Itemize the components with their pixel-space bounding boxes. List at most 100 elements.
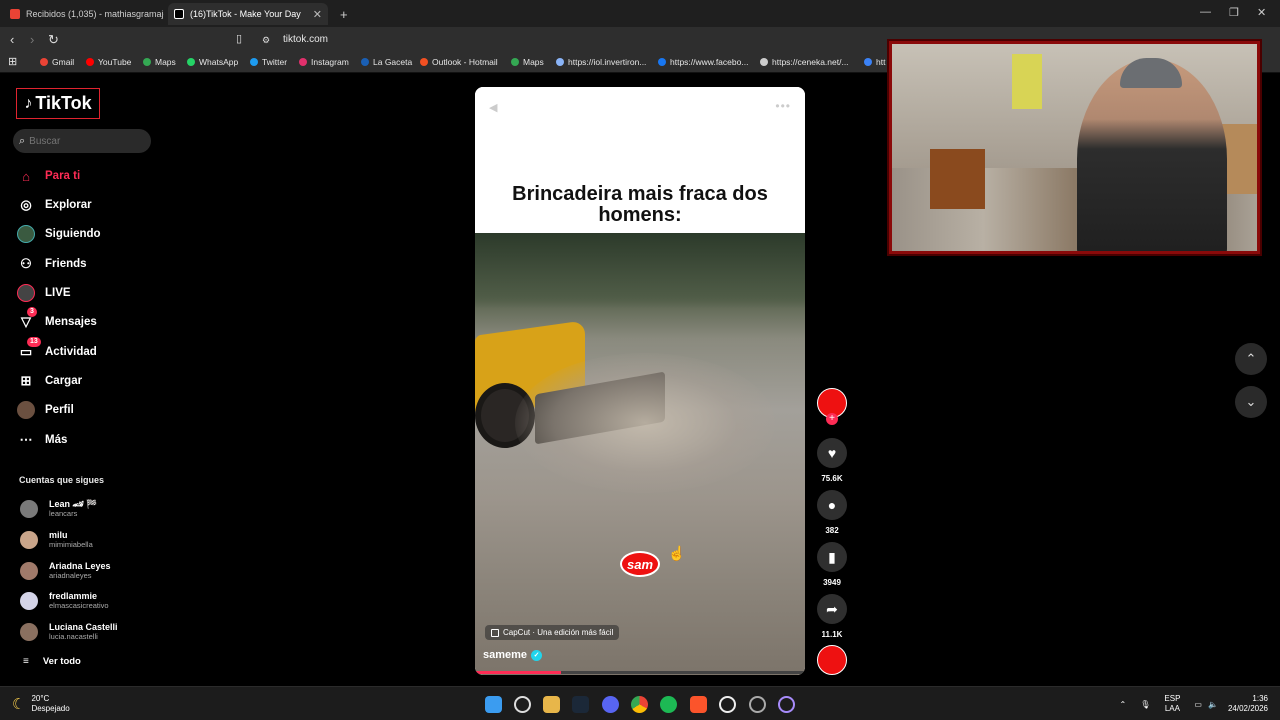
bookmark-label: Gmail xyxy=(52,57,75,67)
language-indicator[interactable]: ESP LAA xyxy=(1164,694,1180,714)
restore-icon[interactable]: ❐ xyxy=(1229,6,1239,19)
app-icon[interactable] xyxy=(778,696,795,713)
search-input[interactable] xyxy=(29,135,140,147)
bookmark-instagram[interactable]: Instagram xyxy=(299,57,349,67)
bookmark-youtube[interactable]: YouTube xyxy=(86,57,131,67)
bookmark-label: Maps xyxy=(523,57,544,67)
apps-grid-icon[interactable]: ⊞ xyxy=(8,55,17,68)
bookmark-ceneka[interactable]: https://ceneka.net/... xyxy=(760,57,849,67)
globe-icon xyxy=(760,58,768,66)
bookmark-maps-2[interactable]: Maps xyxy=(511,57,544,67)
video-progress-bar[interactable] xyxy=(475,671,805,674)
chrome-icon[interactable] xyxy=(631,696,648,713)
comment-icon[interactable]: ● xyxy=(817,490,847,520)
verified-icon: ✓ xyxy=(531,649,543,661)
tiktok-logo[interactable]: ♪ TikTok xyxy=(16,88,100,119)
tab-tiktok[interactable]: (16)TikTok - Make Your Day ✕ xyxy=(168,3,328,25)
account-name: milu xyxy=(49,530,68,540)
brave-icon[interactable] xyxy=(690,696,707,713)
bookmark-icon[interactable]: ▮ xyxy=(817,542,847,572)
hand-cursor-icon: ☝ xyxy=(668,545,686,561)
gmail-icon xyxy=(10,9,20,19)
microphone-icon[interactable]: 🎙 xyxy=(1140,700,1150,709)
close-tab-icon[interactable]: ✕ xyxy=(305,8,322,21)
nav-mas[interactable]: ⋯ Más xyxy=(17,431,68,449)
sound-disc-avatar[interactable] xyxy=(817,645,847,675)
nav-cargar[interactable]: ⊞ Cargar xyxy=(17,372,83,390)
tab-gmail[interactable]: Recibidos (1,035) - mathiasgramajo0 xyxy=(4,3,164,25)
site-info-icon[interactable]: ⚙ xyxy=(262,35,270,46)
steam-icon[interactable] xyxy=(572,696,589,713)
previous-video-button[interactable]: ⌃ xyxy=(1235,343,1267,375)
share-action[interactable]: ➦ 11.1K xyxy=(817,594,847,639)
bookmark-iol[interactable]: https://iol.invertiron... xyxy=(556,57,646,67)
nav-siguiendo[interactable]: Siguiendo xyxy=(17,225,101,243)
comment-action[interactable]: ● 382 xyxy=(817,490,847,535)
volume-icon[interactable]: 🔈 xyxy=(1208,700,1218,709)
followed-account[interactable]: Ariadna Leyes ariadnaleyes xyxy=(20,561,111,580)
tiktok-note-icon: ♪ xyxy=(24,94,33,112)
search-icon[interactable] xyxy=(514,696,531,713)
followed-account[interactable]: fredlammie elmascasicreativo xyxy=(20,591,109,610)
save-action[interactable]: ▮ 3949 xyxy=(817,542,847,587)
obs-icon[interactable] xyxy=(749,696,766,713)
bookmark-whatsapp[interactable]: WhatsApp xyxy=(187,57,238,67)
video-author[interactable]: sameme ✓ xyxy=(483,649,543,661)
bookmark-outlook[interactable]: Outlook - Hotmail xyxy=(420,57,498,67)
spotify-icon[interactable] xyxy=(660,696,677,713)
file-explorer-icon[interactable] xyxy=(543,696,560,713)
volume-icon[interactable]: ◀ xyxy=(489,101,497,114)
bookmark-facebook[interactable]: https://www.facebo... xyxy=(658,57,748,67)
nav-live[interactable]: LIVE xyxy=(17,284,71,302)
compass-icon: ◎ xyxy=(20,197,32,212)
back-icon[interactable]: ‹ xyxy=(10,32,14,47)
discord-icon[interactable] xyxy=(602,696,619,713)
new-tab-button[interactable]: + xyxy=(334,3,352,25)
bookmark-icon[interactable]: ▯ xyxy=(236,32,242,45)
bookmark-twitter[interactable]: Twitter xyxy=(250,57,287,67)
heart-icon[interactable]: ♥ xyxy=(817,438,847,468)
avatar xyxy=(20,561,38,580)
video-player[interactable]: Brincadeira mais fraca dos homens: ◀ •••… xyxy=(475,87,805,675)
windows-start-icon[interactable] xyxy=(485,696,502,713)
bookmark-more[interactable]: htt xyxy=(864,57,885,67)
share-icon[interactable]: ➦ xyxy=(817,594,847,624)
see-all-link[interactable]: ≡ Ver todo xyxy=(23,656,81,667)
instagram-icon xyxy=(299,58,307,66)
nav-perfil[interactable]: Perfil xyxy=(17,401,74,419)
weather-widget[interactable]: ☾ 20°C Despejado xyxy=(12,694,70,714)
more-dots-icon: ⋯ xyxy=(19,432,33,447)
followed-account[interactable]: Lean 🏎 🏁 leancars xyxy=(20,499,98,518)
forward-icon[interactable]: › xyxy=(30,32,34,47)
network-icon[interactable]: ▭ xyxy=(1194,700,1202,709)
la-gaceta-icon xyxy=(361,58,369,66)
friends-icon: ⚇ xyxy=(20,256,32,271)
bookmark-gmail[interactable]: Gmail xyxy=(40,57,74,67)
more-options-icon[interactable]: ••• xyxy=(775,99,791,113)
like-action[interactable]: ♥ 75.6K xyxy=(817,438,847,483)
minimize-icon[interactable]: — xyxy=(1200,6,1211,18)
nav-mensajes[interactable]: ▽ 3 Mensajes xyxy=(17,307,97,331)
chatgpt-icon[interactable] xyxy=(719,696,736,713)
bookmark-label: La Gaceta xyxy=(373,57,413,67)
nav-label: Cargar xyxy=(45,375,83,387)
bookmark-maps[interactable]: Maps xyxy=(143,57,176,67)
account-name: Luciana Castelli xyxy=(49,622,118,632)
search-bar[interactable]: ⌕ xyxy=(13,129,151,153)
close-window-icon[interactable]: ✕ xyxy=(1257,6,1266,19)
followed-account[interactable]: Luciana Castelli lucia.nacastelli xyxy=(20,622,118,641)
chevron-up-icon[interactable]: ⌃ xyxy=(1120,700,1127,709)
nav-friends[interactable]: ⚇ Friends xyxy=(17,255,86,273)
next-video-button[interactable]: ⌄ xyxy=(1235,386,1267,418)
clock[interactable]: 1:36 24/02/2026 xyxy=(1228,694,1268,714)
nav-para-ti[interactable]: ⌂ Para ti xyxy=(17,167,80,185)
nav-actividad[interactable]: ▭ 13 Actividad xyxy=(17,337,97,361)
bookmark-label: Instagram xyxy=(311,57,349,67)
followed-account[interactable]: milu mimimiabella xyxy=(20,530,93,549)
follow-plus-icon[interactable]: + xyxy=(826,413,838,425)
nav-explorar[interactable]: ◎ Explorar xyxy=(17,196,91,214)
reload-icon[interactable]: ↻ xyxy=(48,32,59,48)
bookmark-la-gaceta[interactable]: La Gaceta xyxy=(361,57,412,67)
url-field[interactable]: tiktok.com xyxy=(283,34,328,45)
capcut-tag[interactable]: CapCut · Una edición más fácil xyxy=(485,625,620,640)
